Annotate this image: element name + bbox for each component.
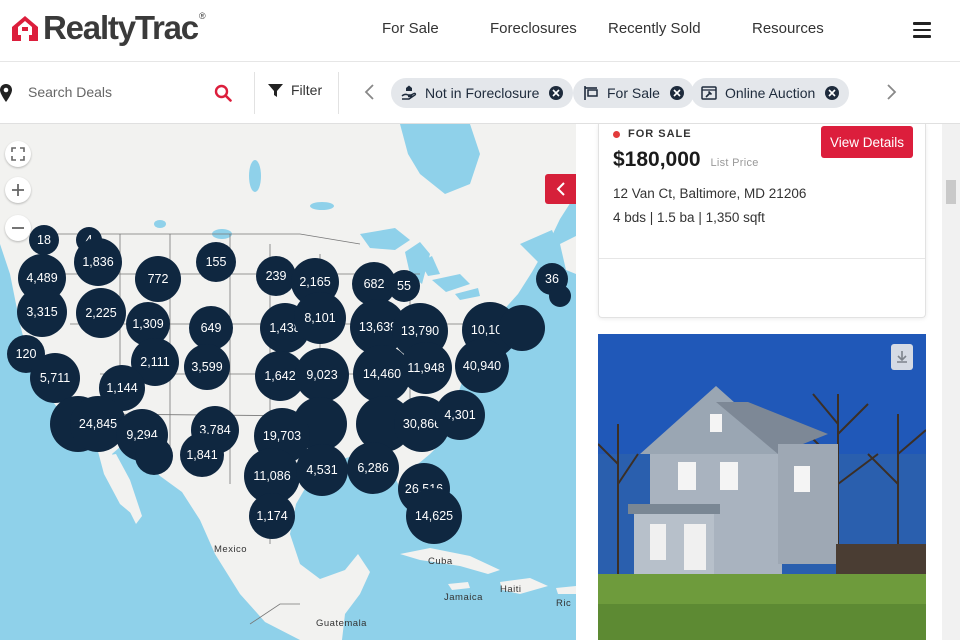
realtytrac-logo[interactable]: RealtyTrac ® xyxy=(10,8,206,48)
cluster-marker[interactable]: 3,315 xyxy=(17,287,67,337)
top-header: RealtyTrac ® For Sale Foreclosures Recen… xyxy=(0,0,960,62)
registered-mark: ® xyxy=(198,11,206,21)
divider xyxy=(338,72,339,114)
listing-card[interactable]: FOR SALE $180,000 List Price 12 Van Ct, … xyxy=(598,124,926,318)
map-view[interactable]: 18 4 1,836 155 4,489 772 239 2,165 682 5… xyxy=(0,124,576,640)
cluster-marker[interactable]: 6,286 xyxy=(347,442,399,494)
cluster-marker[interactable]: 14,625 xyxy=(406,488,462,544)
chip-label: Online Auction xyxy=(725,85,816,101)
cluster-marker[interactable]: 3,599 xyxy=(184,344,230,390)
cluster-marker[interactable]: 772 xyxy=(135,256,181,302)
chip-label: For Sale xyxy=(607,85,660,101)
cluster-marker[interactable]: 155 xyxy=(196,242,236,282)
divider xyxy=(254,72,255,114)
filter-button[interactable]: Filter xyxy=(268,82,322,98)
map-label-haiti: Haiti xyxy=(500,584,522,595)
chip-label: Not in Foreclosure xyxy=(425,85,540,101)
house-logo-icon xyxy=(12,16,38,41)
scrollbar-thumb[interactable] xyxy=(946,180,956,204)
location-pin-icon xyxy=(0,84,12,102)
status-dot xyxy=(613,130,620,138)
price-label: List Price xyxy=(710,157,759,169)
cluster-marker[interactable]: 239 xyxy=(256,256,296,296)
sign-icon xyxy=(584,86,598,100)
map-label-jamaica: Jamaica xyxy=(444,592,483,603)
nav-foreclosures[interactable]: Foreclosures xyxy=(490,20,577,37)
panel-scrollbar[interactable] xyxy=(942,124,960,640)
cluster-marker[interactable] xyxy=(135,437,173,475)
status-text: FOR SALE xyxy=(628,128,692,140)
cluster-marker[interactable]: 1,841 xyxy=(180,433,224,477)
download-icon[interactable] xyxy=(891,344,913,370)
cluster-marker[interactable]: 4,301 xyxy=(435,390,485,440)
house-photo-image xyxy=(598,334,926,640)
chip-online-auction[interactable]: Online Auction xyxy=(691,78,850,108)
auction-screen-icon xyxy=(701,86,717,100)
search-deals-input[interactable] xyxy=(28,80,208,104)
chip-for-sale[interactable]: For Sale xyxy=(573,78,694,108)
chevron-right-icon[interactable] xyxy=(884,83,898,101)
view-details-button[interactable]: View Details xyxy=(821,126,913,158)
search-icon[interactable] xyxy=(214,84,232,102)
chip-not-in-foreclosure[interactable]: Not in Foreclosure xyxy=(391,78,574,108)
chevron-left-icon[interactable] xyxy=(363,83,377,101)
cluster-marker[interactable]: 9,023 xyxy=(295,348,349,402)
filter-label: Filter xyxy=(291,82,323,98)
listing-address[interactable]: 12 Van Ct, Baltimore, MD 21206 xyxy=(613,186,806,201)
funnel-icon xyxy=(268,83,283,97)
cluster-marker[interactable] xyxy=(499,305,545,351)
zoom-in-icon[interactable] xyxy=(5,177,31,203)
cluster-marker[interactable]: 1,836 xyxy=(74,238,122,286)
cluster-marker[interactable]: 40,940 xyxy=(455,339,509,393)
cluster-marker[interactable] xyxy=(549,285,571,307)
nav-for-sale[interactable]: For Sale xyxy=(382,20,439,37)
remove-chip-icon[interactable] xyxy=(825,86,840,100)
nav-recently-sold[interactable]: Recently Sold xyxy=(608,20,701,37)
expand-map-icon[interactable] xyxy=(5,141,31,167)
listing-panel: FOR SALE $180,000 List Price 12 Van Ct, … xyxy=(576,124,960,640)
chevron-left-icon xyxy=(556,182,565,196)
map-label-mexico: Mexico xyxy=(214,544,248,555)
cluster-marker[interactable]: 2,225 xyxy=(76,288,126,338)
cluster-marker[interactable]: 4,531 xyxy=(296,444,348,496)
hand-house-icon xyxy=(401,85,417,100)
remove-chip-icon[interactable] xyxy=(549,86,564,100)
remove-chip-icon[interactable] xyxy=(669,86,684,100)
divider xyxy=(599,258,925,259)
zoom-out-icon[interactable] xyxy=(5,215,31,241)
listing-specs: 4 bds | 1.5 ba | 1,350 sqft xyxy=(613,210,765,225)
map-label-rico: Ric xyxy=(556,598,572,609)
status-badge: FOR SALE xyxy=(613,128,692,140)
collapse-panel-button[interactable] xyxy=(545,174,576,204)
cluster-marker[interactable]: 1,174 xyxy=(249,493,295,539)
listing-price: $180,000 List Price xyxy=(613,148,759,172)
map-label-cuba: Cuba xyxy=(428,556,453,567)
cluster-marker[interactable]: 55 xyxy=(388,270,420,302)
listing-photo[interactable] xyxy=(598,334,926,640)
nav-resources[interactable]: Resources xyxy=(752,20,824,37)
filter-bar: Filter Not in Foreclosure For Sale xyxy=(0,62,960,124)
price-value: $180,000 xyxy=(613,148,701,171)
cluster-marker[interactable]: 11,948 xyxy=(400,342,452,394)
logo-text: RealtyTrac xyxy=(43,9,199,46)
map-label-guatemala: Guatemala xyxy=(316,618,367,629)
hamburger-menu-icon[interactable] xyxy=(913,22,931,38)
cluster-marker[interactable]: 8,101 xyxy=(294,292,346,344)
cluster-marker[interactable]: 18 xyxy=(29,225,59,255)
